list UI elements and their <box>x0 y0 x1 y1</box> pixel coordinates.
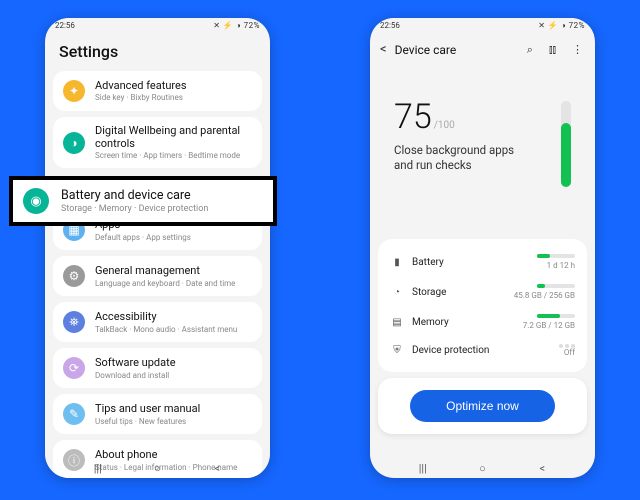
item-title: Tips and user manual <box>95 403 252 416</box>
star-icon: ✦ <box>63 80 85 102</box>
nav-bar: ||| ○ < <box>45 458 270 478</box>
device-care-icon: ◉ <box>23 188 49 214</box>
stat-bar <box>537 284 575 288</box>
storage-icon: ◔ <box>390 287 404 298</box>
shield-icon: ⛨ <box>390 345 404 356</box>
settings-item-software-update[interactable]: ⟳ Software update Download and install <box>53 348 262 388</box>
settings-list: ✦ Advanced features Side key · Bixby Rou… <box>45 71 270 478</box>
stat-value: 1 d 12 h <box>519 261 575 270</box>
chart-icon[interactable]: ⫾⫾ <box>549 43 556 57</box>
nav-bar: ||| ○ < <box>370 458 595 478</box>
page-title: Settings <box>45 36 270 71</box>
settings-item-battery-device-care-highlight[interactable]: ◉ Battery and device care Storage · Memo… <box>9 176 277 226</box>
home-button[interactable]: ○ <box>151 462 165 475</box>
item-subtitle: Side key · Bixby Routines <box>95 93 252 102</box>
gear-icon: ⚙ <box>63 265 85 287</box>
score-section: 75/100 Close background apps and run che… <box>370 61 595 197</box>
status-bar: 22:56 ✕ ⚡ ◑ 72% <box>45 18 270 36</box>
device-care-phone: 22:56 ✕ ⚡ ◑ 72% < Device care ⌕ ⫾⫾ ⋮ 75/… <box>370 18 595 478</box>
battery-icon: ▮ <box>390 257 404 268</box>
item-title: Software update <box>95 357 252 370</box>
item-title: Accessibility <box>95 311 252 324</box>
home-button[interactable]: ○ <box>476 462 490 475</box>
item-subtitle: Screen time · App timers · Bedtime mode <box>95 151 252 160</box>
stat-row-device-protection[interactable]: ⛨ Device protection Off <box>388 337 577 364</box>
score-message: Close background apps and run checks <box>394 143 534 173</box>
settings-phone: 22:56 ✕ ⚡ ◑ 72% Settings ✦ Advanced feat… <box>45 18 270 478</box>
score-value: 75 <box>394 97 432 137</box>
stat-value: 7.2 GB / 12 GB <box>519 321 575 330</box>
stat-bar <box>537 314 575 318</box>
status-right-icons: ✕ ⚡ ◑ 72% <box>213 21 260 36</box>
settings-item-tips[interactable]: ✎ Tips and user manual Useful tips · New… <box>53 394 262 434</box>
item-title: Advanced features <box>95 80 252 93</box>
stat-label: Device protection <box>412 345 519 356</box>
settings-item-accessibility[interactable]: ⛯ Accessibility TalkBack · Mono audio · … <box>53 302 262 342</box>
stat-label: Battery <box>412 257 519 268</box>
stat-row-memory[interactable]: ▤ Memory 7.2 GB / 12 GB <box>388 307 577 337</box>
score-gauge <box>561 101 571 187</box>
stat-value: 45.8 GB / 256 GB <box>514 291 575 300</box>
stat-label: Memory <box>412 317 519 328</box>
back-icon[interactable]: < <box>380 42 387 57</box>
item-subtitle: Download and install <box>95 371 252 380</box>
settings-item-advanced-features[interactable]: ✦ Advanced features Side key · Bixby Rou… <box>53 71 262 111</box>
stat-row-battery[interactable]: ▮ Battery 1 d 12 h <box>388 247 577 277</box>
stat-bar <box>537 254 575 258</box>
item-title: Digital Wellbeing and parental controls <box>95 125 252 150</box>
status-bar: 22:56 ✕ ⚡ ◑ 72% <box>370 18 595 36</box>
update-icon: ⟳ <box>63 357 85 379</box>
stat-label: Storage <box>412 287 514 298</box>
settings-item-digital-wellbeing[interactable]: ◑ Digital Wellbeing and parental control… <box>53 117 262 168</box>
tips-icon: ✎ <box>63 403 85 425</box>
item-subtitle: Storage · Memory · Device protection <box>61 204 208 214</box>
more-icon[interactable]: ⋮ <box>572 43 583 56</box>
item-title: Battery and device care <box>61 188 208 203</box>
status-right-icons: ✕ ⚡ ◑ 72% <box>538 21 585 36</box>
accessibility-icon: ⛯ <box>63 311 85 333</box>
item-title: General management <box>95 265 252 278</box>
score-outof: /100 <box>434 120 455 131</box>
settings-item-general-management[interactable]: ⚙ General management Language and keyboa… <box>53 256 262 296</box>
status-time: 22:56 <box>55 21 75 36</box>
recents-button[interactable]: ||| <box>416 462 430 475</box>
status-time: 22:56 <box>380 21 400 36</box>
optimize-card: Optimize now <box>378 378 587 434</box>
item-subtitle: Default apps · App settings <box>95 233 252 242</box>
header-title: Device care <box>395 43 511 57</box>
device-care-header: < Device care ⌕ ⫾⫾ ⋮ <box>370 36 595 61</box>
item-subtitle: Useful tips · New features <box>95 417 252 426</box>
stat-row-storage[interactable]: ◔ Storage 45.8 GB / 256 GB <box>388 277 577 307</box>
item-subtitle: TalkBack · Mono audio · Assistant menu <box>95 325 252 334</box>
back-button[interactable]: < <box>210 462 224 475</box>
wellbeing-icon: ◑ <box>63 132 85 154</box>
recents-button[interactable]: ||| <box>91 462 105 475</box>
search-icon[interactable]: ⌕ <box>527 43 533 57</box>
back-button[interactable]: < <box>535 462 549 475</box>
stats-card: ▮ Battery 1 d 12 h ◔ Storage 45.8 GB / 2… <box>378 239 587 372</box>
stat-value: Off <box>519 348 575 357</box>
memory-icon: ▤ <box>390 317 404 328</box>
optimize-now-button[interactable]: Optimize now <box>410 390 555 422</box>
item-subtitle: Language and keyboard · Date and time <box>95 279 252 288</box>
